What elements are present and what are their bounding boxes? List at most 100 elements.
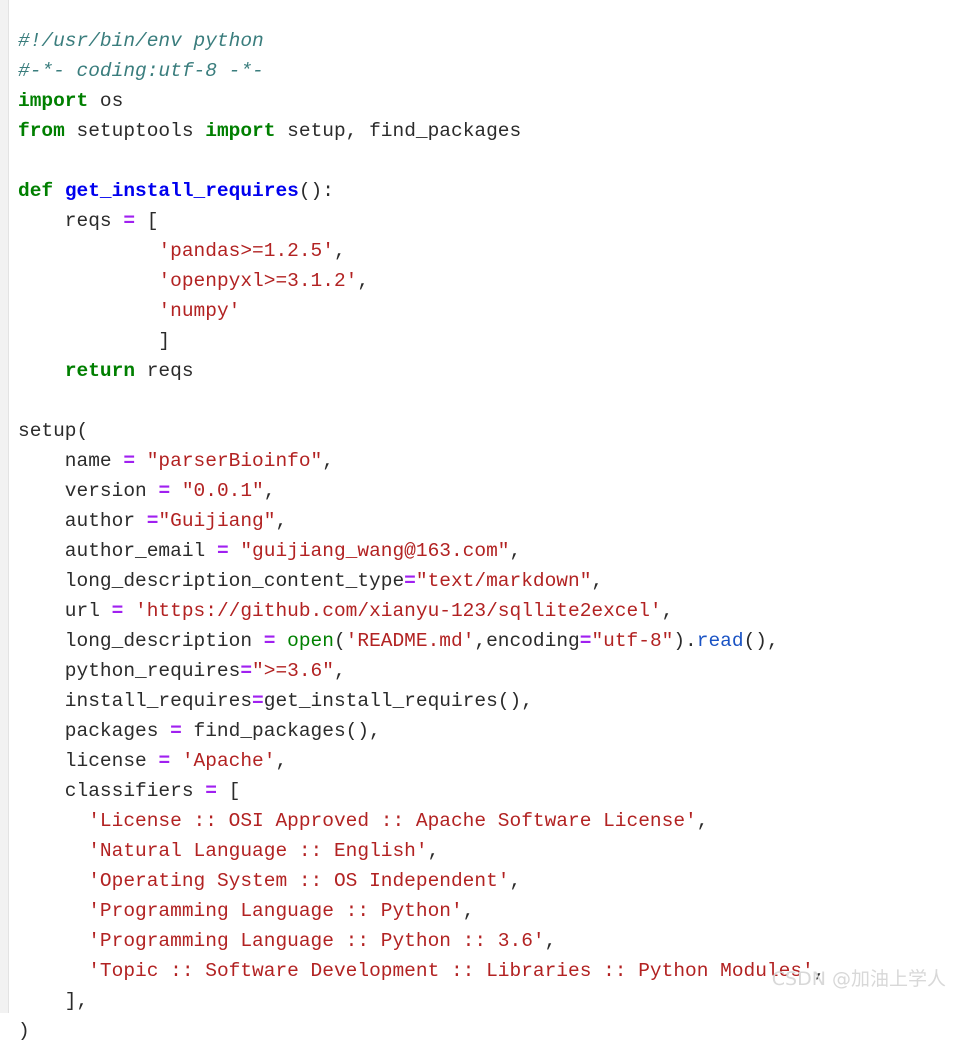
code-token-op: = bbox=[263, 629, 276, 652]
code-token-op: = bbox=[252, 689, 264, 712]
code-token-str: 'Apache' bbox=[181, 749, 276, 772]
code-token-punc: , bbox=[275, 749, 288, 772]
code-token-str: "utf-8" bbox=[591, 629, 674, 652]
code-line: #!/usr/bin/env python bbox=[18, 26, 960, 56]
code-token-plain: packages bbox=[18, 719, 171, 742]
code-token-plain: long_description bbox=[18, 629, 264, 652]
code-token-plain: find_packages(), bbox=[181, 719, 381, 742]
code-token-punc: , bbox=[544, 929, 557, 952]
code-token-plain: install_requires bbox=[18, 689, 253, 712]
code-line: url = 'https://github.com/xianyu-123/sql… bbox=[18, 596, 960, 626]
code-token-punc: , bbox=[696, 809, 709, 832]
code-token-plain: name bbox=[18, 449, 124, 472]
code-token-plain: url bbox=[18, 599, 112, 622]
code-token-punc: (): bbox=[298, 179, 334, 202]
code-token-str: 'Topic :: Software Development :: Librar… bbox=[88, 959, 814, 982]
code-line: setup( bbox=[18, 416, 960, 446]
code-token-punc: (), bbox=[743, 629, 779, 652]
code-line: ) bbox=[18, 1016, 960, 1046]
code-line: #-*- coding:utf-8 -*- bbox=[18, 56, 960, 86]
code-token-str: "Guijiang" bbox=[158, 509, 276, 532]
code-token-punc: ) bbox=[18, 1019, 30, 1042]
code-token-punc: ). bbox=[673, 629, 697, 652]
code-token-plain: reqs bbox=[135, 359, 194, 382]
code-token-plain: license bbox=[18, 749, 159, 772]
code-token-op: = bbox=[216, 539, 229, 562]
code-token-punc: , bbox=[427, 839, 440, 862]
code-line: 'Operating System :: OS Independent', bbox=[18, 866, 960, 896]
code-line: license = 'Apache', bbox=[18, 746, 960, 776]
code-line: author_email = "guijiang_wang@163.com", bbox=[18, 536, 960, 566]
code-token-str: 'License :: OSI Approved :: Apache Softw… bbox=[88, 809, 697, 832]
code-content[interactable]: #!/usr/bin/env python #-*- coding:utf-8 -… bbox=[18, 26, 960, 1046]
code-token-punc: , bbox=[661, 599, 674, 622]
code-line: 'Programming Language :: Python :: 3.6', bbox=[18, 926, 960, 956]
code-line: 'pandas>=1.2.5', bbox=[18, 236, 960, 266]
code-token-punc: ] bbox=[18, 329, 171, 352]
code-line: version = "0.0.1", bbox=[18, 476, 960, 506]
code-line: name = "parserBioinfo", bbox=[18, 446, 960, 476]
code-token-str: 'openpyxl>=3.1.2' bbox=[158, 269, 358, 292]
code-token-plain: ,encoding bbox=[474, 629, 580, 652]
code-token-plain: setup, find_packages bbox=[275, 119, 522, 142]
code-token-str: ">=3.6" bbox=[252, 659, 334, 682]
code-token-plain: version bbox=[18, 479, 159, 502]
code-line: 'License :: OSI Approved :: Apache Softw… bbox=[18, 806, 960, 836]
code-line: ] bbox=[18, 326, 960, 356]
code-token-comment: #!/usr/bin/env python bbox=[18, 29, 264, 52]
code-token-comment: #-*- coding:utf-8 -*- bbox=[18, 59, 264, 82]
code-token-str: 'Natural Language :: English' bbox=[88, 839, 428, 862]
code-token-kw: import bbox=[18, 89, 89, 112]
code-line: 'Natural Language :: English', bbox=[18, 836, 960, 866]
code-token-punc: , bbox=[357, 269, 370, 292]
code-token-plain: classifiers bbox=[18, 779, 206, 802]
code-token-op: = bbox=[158, 479, 171, 502]
csdn-watermark: CSDN @加油上学人 bbox=[771, 968, 946, 990]
code-token-plain: os bbox=[88, 89, 124, 112]
code-token-plain: setup( bbox=[18, 419, 89, 442]
code-token-str: "guijiang_wang@163.com" bbox=[240, 539, 510, 562]
code-token-op: = bbox=[111, 599, 124, 622]
code-line: import os bbox=[18, 86, 960, 116]
code-token-str: 'README.md' bbox=[345, 629, 475, 652]
code-token-op: = bbox=[158, 749, 171, 772]
code-gutter bbox=[0, 0, 9, 1013]
code-token-op: = bbox=[579, 629, 592, 652]
code-token-kw: from bbox=[18, 119, 65, 142]
code-token-punc: [ bbox=[135, 209, 159, 232]
code-line: return reqs bbox=[18, 356, 960, 386]
code-token-str: 'Programming Language :: Python' bbox=[88, 899, 463, 922]
code-token-str: 'https://github.com/xianyu-123/sqllite2e… bbox=[135, 599, 662, 622]
code-token-str: "parserBioinfo" bbox=[146, 449, 323, 472]
code-token-op: = bbox=[240, 659, 253, 682]
code-token-str: 'pandas>=1.2.5' bbox=[158, 239, 334, 262]
code-token-punc: [ bbox=[216, 779, 241, 802]
code-line: long_description = open('README.md',enco… bbox=[18, 626, 960, 656]
code-line: 'openpyxl>=3.1.2', bbox=[18, 266, 960, 296]
code-token-op: = bbox=[123, 209, 136, 232]
code-token-op: = bbox=[146, 509, 159, 532]
code-token-plain: long_description_content_type bbox=[18, 569, 405, 592]
code-line: author ="Guijiang", bbox=[18, 506, 960, 536]
code-token-str: 'numpy' bbox=[158, 299, 241, 322]
code-token-op: = bbox=[404, 569, 416, 592]
code-token-builtin: open bbox=[287, 629, 334, 652]
code-token-punc: , bbox=[275, 509, 288, 532]
code-line: def get_install_requires(): bbox=[18, 176, 960, 206]
code-token-kw: import bbox=[205, 119, 276, 142]
